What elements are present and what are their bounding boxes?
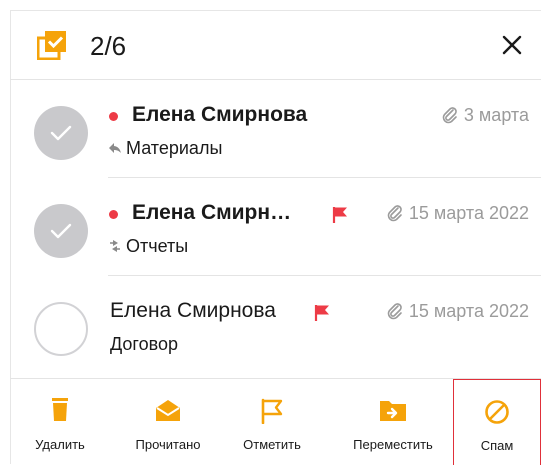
- spam-label: Спам: [480, 438, 514, 453]
- delete-label: Удалить: [35, 437, 85, 452]
- selection-count: 2/6: [90, 31, 127, 61]
- message-sender: Елена Смирнова: [132, 103, 308, 126]
- message-sender: Елена Смирн…: [132, 201, 292, 224]
- bottom-action-bar: Удалить Прочитано Отметить Переместить С…: [10, 378, 541, 465]
- open-envelope-icon: [154, 398, 182, 427]
- message-subject: Отчеты: [126, 236, 189, 256]
- message-date: 15 марта 2022: [408, 203, 529, 223]
- selection-header: 2/6: [10, 10, 541, 80]
- unread-dot: [109, 210, 118, 219]
- message-meta: 15 марта 2022: [387, 200, 529, 226]
- close-icon[interactable]: [497, 30, 527, 60]
- flag-icon: [332, 207, 347, 223]
- message-sender: Елена Смирнова: [110, 299, 276, 322]
- trash-icon: [49, 398, 71, 427]
- message-date: 3 марта: [463, 105, 529, 125]
- spam-button[interactable]: Спам: [453, 379, 541, 465]
- select-all-checkbox-icon[interactable]: [36, 30, 67, 61]
- mark-read-button[interactable]: Прочитано: [118, 379, 218, 465]
- message-meta: 15 марта 2022: [387, 298, 529, 324]
- flag-label: Отметить: [243, 437, 301, 452]
- spam-icon: [484, 399, 510, 430]
- message-date: 15 марта 2022: [408, 301, 529, 321]
- selected-checkbox[interactable]: [34, 106, 88, 160]
- mark-read-label: Прочитано: [135, 437, 201, 452]
- flag-button[interactable]: Отметить: [222, 379, 322, 465]
- unselected-checkbox[interactable]: [34, 302, 88, 356]
- message-subject: Материалы: [126, 138, 223, 158]
- flag-icon: [314, 305, 329, 321]
- unread-dot: [109, 112, 118, 121]
- message-subject-line: Отчеты: [108, 235, 188, 257]
- attachment-icon: [387, 303, 402, 320]
- reply-icon: [109, 143, 121, 153]
- message-subject-line: Материалы: [108, 137, 222, 159]
- check-icon: [50, 223, 72, 239]
- message-row[interactable]: Елена Смирн… 15 марта 2022 Отчеты: [10, 178, 541, 276]
- check-icon: [50, 125, 72, 141]
- selected-checkbox[interactable]: [34, 204, 88, 258]
- message-subject-line: Договор: [110, 333, 178, 355]
- message-subject: Договор: [110, 334, 178, 354]
- move-folder-icon: [379, 398, 407, 427]
- attachment-icon: [442, 107, 457, 124]
- delete-button[interactable]: Удалить: [10, 379, 110, 465]
- forward-icon: [110, 240, 120, 252]
- message-row[interactable]: Елена Смирнова 3 марта Материалы: [10, 80, 541, 178]
- message-meta: 3 марта: [442, 102, 529, 128]
- flag-icon: [260, 398, 284, 429]
- move-button[interactable]: Переместить: [338, 379, 448, 465]
- move-label: Переместить: [353, 437, 433, 452]
- message-row[interactable]: Елена Смирнова 15 марта 2022 Договор: [10, 276, 541, 374]
- attachment-icon: [387, 205, 402, 222]
